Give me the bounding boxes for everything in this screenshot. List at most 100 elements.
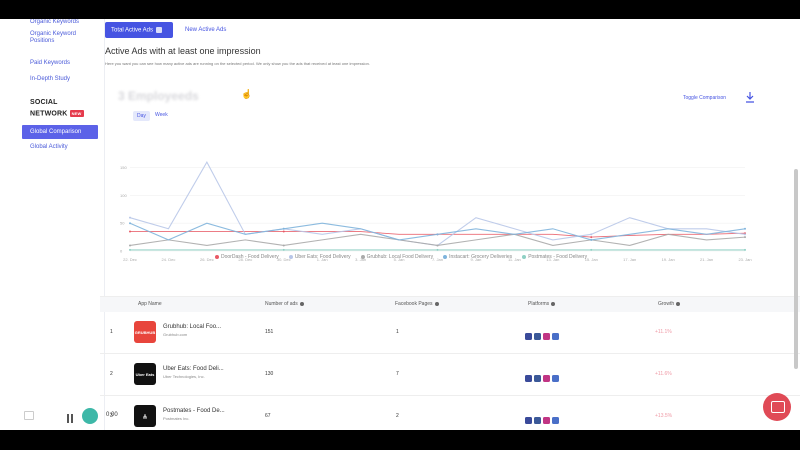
data-point[interactable] (590, 236, 593, 239)
data-point[interactable] (129, 216, 131, 219)
data-point[interactable] (590, 248, 593, 251)
data-point[interactable] (436, 248, 439, 251)
main-content: Total Active Ads New Active Ads Active A… (100, 19, 800, 430)
chat-icon[interactable] (763, 393, 791, 421)
sidebar: Organic Keywords Organic Keyword Positio… (0, 19, 105, 430)
growth-value: +11.1% (655, 329, 672, 335)
legend-swatch (215, 254, 219, 259)
facebook-icon (534, 417, 541, 425)
legend-label: DoorDash - Food Delivery (221, 254, 279, 260)
header-number-of-ads[interactable]: Number of ads (265, 301, 304, 307)
series-line[interactable] (129, 160, 746, 247)
data-point[interactable] (129, 230, 131, 233)
sidebar-item-global-activity[interactable]: Global Activity (30, 144, 68, 150)
facebook-pages: 2 (396, 413, 399, 419)
hand-cursor-icon: ☝ (241, 89, 253, 99)
chart-heading: 3 Employeeds (118, 89, 199, 103)
app-name[interactable]: Grubhub: Local Foo... (163, 324, 221, 330)
legend-item[interactable]: Grubhub: Local Food Delivery (360, 254, 434, 260)
app-logo[interactable]: GRUBHUB (134, 321, 156, 343)
app-developer: Grubhub.com (163, 332, 188, 337)
sidebar-section-title: SOCIAL (30, 99, 58, 106)
data-point[interactable] (282, 244, 285, 247)
legend-label: Grubhub: Local Food Delivery (366, 254, 434, 260)
audience-network-icon (525, 375, 532, 383)
data-point[interactable] (744, 236, 746, 239)
facebook-pages: 1 (396, 329, 399, 335)
data-point[interactable] (129, 248, 131, 251)
instagram-icon (543, 333, 550, 341)
x-tick-label: 22. Dec (123, 257, 137, 262)
app-developer: Postmates Inc. (163, 416, 190, 421)
tab-total-label: Total Active Ads (111, 27, 154, 34)
data-point[interactable] (590, 238, 593, 241)
sidebar-link-paid-keywords[interactable]: Paid Keywords (30, 60, 70, 66)
data-point[interactable] (282, 230, 285, 233)
app-developer: Uber Technologies, Inc. (163, 374, 205, 379)
app-logo[interactable]: Uber Eats (134, 363, 156, 385)
sidebar-link-organic-positions[interactable]: Organic Keyword Positions (30, 31, 90, 45)
data-point[interactable] (282, 248, 285, 251)
table-row[interactable]: 3 ⁂ Postmates - Food De... Postmates Inc. 67… (100, 396, 800, 430)
sidebar-link-in-depth[interactable]: In-Depth Study (30, 76, 70, 82)
growth-value: +11.6% (655, 371, 672, 377)
tab-new-active-ads[interactable]: New Active Ads (179, 22, 239, 38)
growth-value: +13.5% (655, 413, 673, 419)
legend-item[interactable]: DoorDash - Food Delivery (215, 254, 279, 260)
table-row[interactable]: 1 GRUBHUB Grubhub: Local Foo... Grubhub.com… (100, 312, 800, 354)
section-title: Active Ads with at least one impression (105, 46, 261, 56)
info-icon (299, 301, 304, 306)
facebook-icon (534, 333, 541, 341)
data-point[interactable] (744, 233, 746, 236)
table-row[interactable]: 2 Uber Eats Uber Eats: Food Deli... Uber Te… (100, 354, 800, 396)
scrollbar[interactable] (794, 169, 798, 369)
number-of-ads: 151 (265, 329, 274, 335)
toggle-comparison-link[interactable]: Toggle Comparison (683, 95, 726, 101)
legend-item[interactable]: Instacart: Grocery Deliveries (443, 254, 512, 260)
chart-legend: DoorDash - Food Delivery Uber Eats: Food … (215, 254, 735, 264)
sidebar-link-organic-keywords[interactable]: Organic Keywords (30, 19, 79, 25)
pause-icon[interactable] (67, 410, 75, 423)
info-icon (434, 301, 439, 306)
legend-swatch (522, 254, 527, 259)
caption-icon[interactable] (24, 411, 34, 420)
header-app-name[interactable]: App Name (138, 301, 162, 307)
tab-total-active-ads[interactable]: Total Active Ads (105, 22, 173, 38)
app-name[interactable]: Uber Eats: Food Deli... (163, 366, 224, 372)
app-logo[interactable]: ⁂ (134, 405, 156, 427)
series-line[interactable] (129, 233, 746, 247)
header-growth[interactable]: Growth (658, 301, 681, 307)
data-point[interactable] (129, 244, 131, 247)
data-point[interactable] (436, 233, 439, 236)
header-growth-label: Growth (658, 301, 675, 307)
header-platforms[interactable]: Platforms (528, 301, 556, 307)
range-day-button[interactable]: Day (133, 111, 150, 121)
volume-knob[interactable] (82, 408, 98, 424)
number-of-ads: 130 (265, 371, 274, 377)
download-icon[interactable] (745, 91, 755, 103)
number-of-ads: 67 (265, 413, 271, 419)
sidebar-item-global-comparison[interactable]: Global Comparison (22, 125, 98, 139)
legend-item[interactable]: Postmates - Food Delivery (522, 254, 587, 260)
row-rank: 1 (110, 329, 113, 335)
app-frame: Organic Keywords Organic Keyword Positio… (0, 19, 800, 430)
table-header: App Name Number of ads Facebook Pages Pl… (100, 296, 800, 312)
data-point[interactable] (436, 244, 439, 247)
data-point[interactable] (282, 227, 285, 230)
new-badge: NEW (69, 110, 84, 117)
instagram-icon (543, 375, 550, 383)
x-tick-label: 23. Jan (738, 257, 751, 262)
data-point[interactable] (590, 233, 593, 236)
facebook-icon (534, 375, 541, 383)
video-player-controls: 0:00 (22, 408, 132, 424)
legend-item[interactable]: Uber Eats: Food Delivery (288, 254, 351, 260)
data-point[interactable] (744, 227, 746, 230)
messenger-icon (552, 375, 559, 383)
range-week-button[interactable]: Week (155, 112, 168, 118)
app-name[interactable]: Postmates - Food De... (163, 408, 225, 414)
platforms-list (525, 370, 561, 388)
data-point[interactable] (129, 222, 131, 225)
data-point[interactable] (744, 248, 746, 251)
x-tick-label: 26. Dec (200, 257, 214, 262)
header-facebook-pages[interactable]: Facebook Pages (395, 301, 439, 307)
